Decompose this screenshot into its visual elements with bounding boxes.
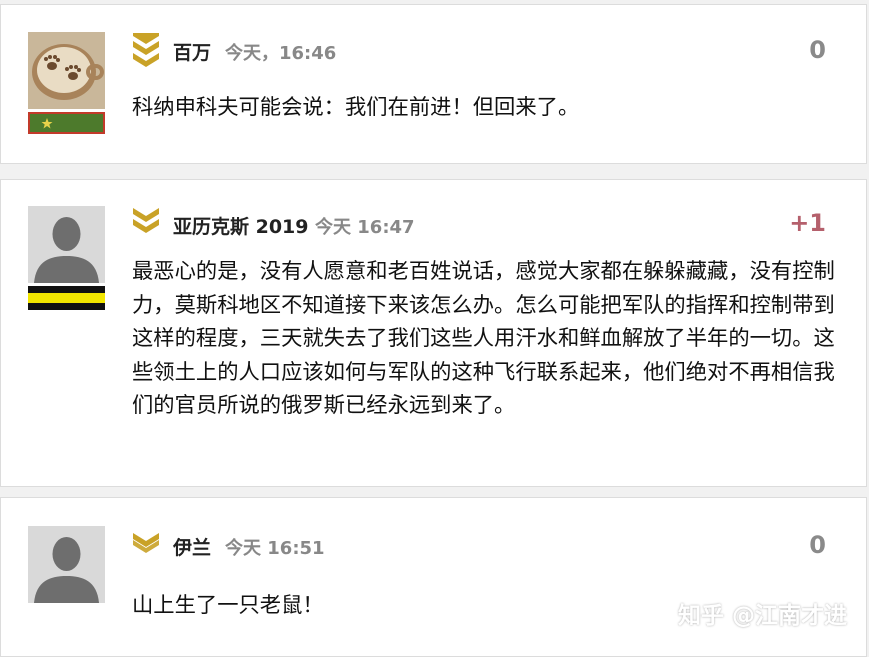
avatar[interactable] [28, 526, 105, 603]
avatar[interactable] [28, 206, 105, 283]
comment-text: 最恶心的是，没有人愿意和老百姓说话，感觉大家都在躲躲藏藏，没有控制力，莫斯科地区… [132, 259, 835, 418]
default-user-icon [28, 526, 105, 603]
chevron-rank-icon [132, 532, 160, 560]
comment-author[interactable]: 伊兰 [173, 533, 211, 560]
comment-score: 0 [809, 36, 826, 64]
comment-author[interactable]: 亚历克斯 2019 [173, 212, 309, 239]
comment-card: 伊兰 今天 16:51 0 山上生了一只老鼠！ [0, 497, 867, 657]
comment-time: 今天 16:51 [225, 538, 325, 559]
comment-score: +1 [789, 209, 826, 237]
comment-score: 0 [809, 531, 826, 559]
comment-time: 今天 16:47 [315, 217, 415, 238]
comment-card: 亚历克斯 2019 今天 16:47 +1 最恶心的是，没有人愿意和老百姓说话，… [0, 179, 867, 487]
avatar[interactable] [28, 32, 105, 109]
chevron-rank-icon [132, 32, 160, 67]
comment-text: 科纳申科夫可能会说：我们在前进！但回来了。 [132, 95, 580, 120]
comment-author[interactable]: 百万 [173, 38, 211, 65]
rank-badge [28, 286, 105, 310]
comment-time: 今天，16:46 [225, 43, 337, 64]
coffee-paw-icon [28, 32, 105, 109]
rank-badge [28, 112, 105, 134]
watermark: 知乎 @江南才进 [677, 603, 847, 629]
chevron-rank-icon [132, 207, 160, 235]
comment-card: 百万 今天，16:46 0 科纳申科夫可能会说：我们在前进！但回来了。 [0, 4, 867, 164]
default-user-icon [28, 206, 105, 283]
